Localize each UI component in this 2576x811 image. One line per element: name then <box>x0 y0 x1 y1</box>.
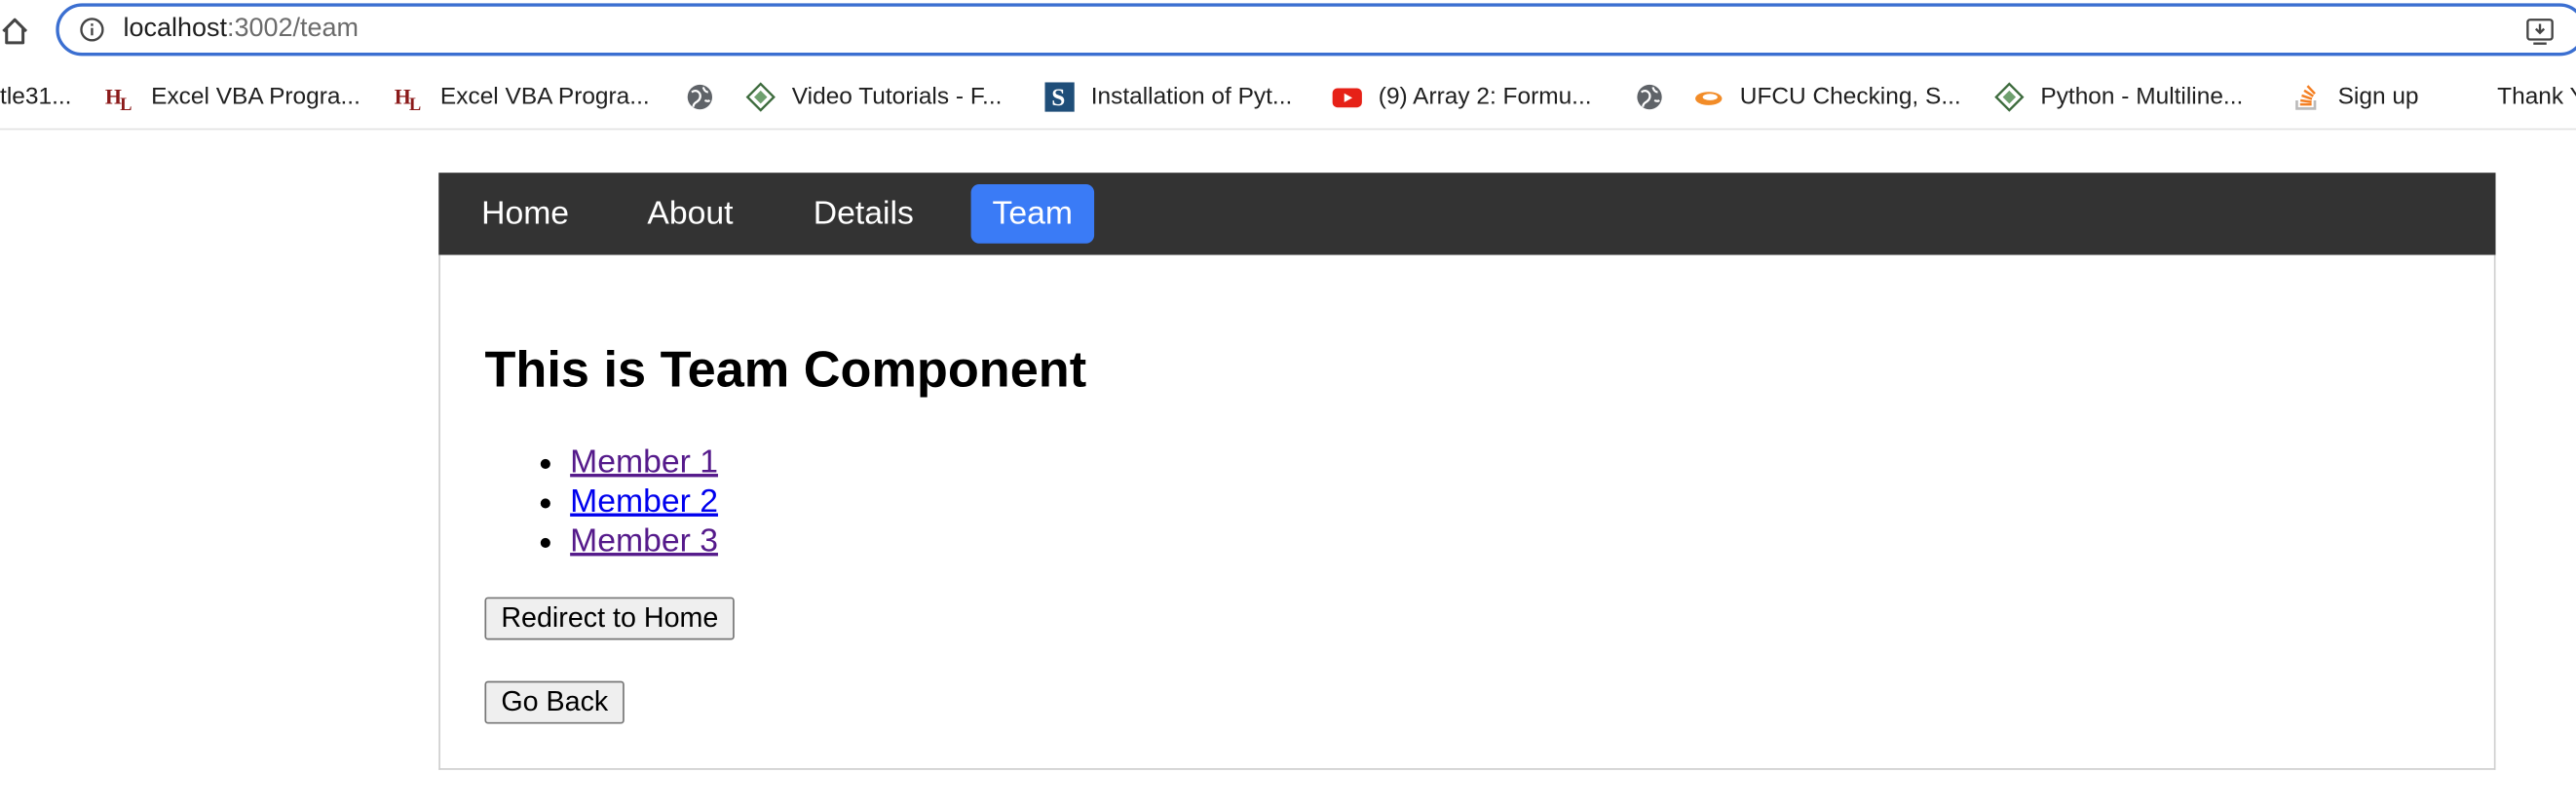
bookmark-item[interactable]: (9) Array 2: Formu... <box>1332 81 1592 114</box>
bookmark-item[interactable]: UFCU Checking, S... <box>1694 81 1961 114</box>
bookmark-item[interactable]: Python - Multiline... <box>1994 81 2243 114</box>
address-bar-row: localhost:3002/team <box>0 0 2576 63</box>
diamond-logo-icon <box>745 82 776 112</box>
list-item: Member 2 <box>570 482 718 521</box>
youtube-icon <box>1332 88 1362 108</box>
member-link-2[interactable]: Member 2 <box>570 483 718 520</box>
bookmark-item[interactable]: H L Excel VBA Progra... <box>105 81 360 114</box>
diamond-logo-icon <box>1994 82 2025 112</box>
bookmark-label: Installation of Pyt... <box>1090 84 1293 111</box>
ufcu-logo-icon <box>1695 92 1723 105</box>
nav-link-home[interactable]: Home <box>460 184 590 244</box>
stackoverflow-icon <box>2295 85 2317 110</box>
url-host: localhost <box>123 15 227 43</box>
url-text[interactable]: localhost:3002/team <box>123 15 359 44</box>
svg-text:L: L <box>120 95 132 112</box>
svg-text:L: L <box>409 95 421 112</box>
bookmark-label: Thank Y <box>2497 84 2576 111</box>
bookmark-label: Excel VBA Progra... <box>151 84 360 111</box>
bookmark-label: Sign up <box>2337 84 2419 111</box>
bookmark-item[interactable]: ttle31... <box>0 81 71 114</box>
bookmark-label: UFCU Checking, S... <box>1739 84 1961 111</box>
bookmark-item[interactable] <box>685 81 731 114</box>
bookmark-label: Video Tutorials - F... <box>791 84 1003 111</box>
member-list: Member 1 Member 2 Member 3 <box>484 443 718 561</box>
member-link-3[interactable]: Member 3 <box>570 523 718 560</box>
nav-link-details[interactable]: Details <box>792 184 935 244</box>
bookmark-label: ttle31... <box>0 84 72 111</box>
s-logo-icon: S <box>1044 82 1075 112</box>
nav-link-team[interactable]: Team <box>970 184 1094 244</box>
team-component: This is Team Component Member 1 Member 2… <box>438 254 2496 770</box>
redirect-to-home-button[interactable]: Redirect to Home <box>484 597 736 640</box>
top-navbar: Home About Details Team <box>438 173 2496 255</box>
bookmarks-bar: ttle31... H L Excel VBA Progra... H L Ex… <box>0 65 2576 131</box>
bookmark-item[interactable] <box>1635 81 1681 114</box>
member-link-1[interactable]: Member 1 <box>570 444 718 481</box>
bookmark-item[interactable]: S Installation of Pyt... <box>1044 81 1292 114</box>
hl-logo-icon: H L <box>105 84 133 112</box>
url-path: :3002/team <box>226 15 359 43</box>
install-app-icon[interactable] <box>2525 17 2555 46</box>
bookmark-item[interactable]: Thank Y <box>2497 81 2576 114</box>
bookmark-label: Python - Multiline... <box>2040 84 2244 111</box>
globe-icon <box>1637 84 1662 110</box>
hl-logo-icon: H L <box>395 84 422 112</box>
list-item: Member 3 <box>570 521 718 561</box>
bookmark-item[interactable]: Sign up <box>2292 81 2419 114</box>
bookmark-label: (9) Array 2: Formu... <box>1378 84 1592 111</box>
page-title: This is Team Component <box>484 340 1087 399</box>
nav-link-about[interactable]: About <box>625 184 754 244</box>
go-back-button[interactable]: Go Back <box>484 680 625 724</box>
list-item: Member 1 <box>570 443 718 483</box>
site-info-icon[interactable] <box>79 17 105 43</box>
bookmark-item[interactable]: Video Tutorials - F... <box>745 81 1003 114</box>
globe-icon <box>687 84 713 110</box>
svg-text:S: S <box>1051 84 1065 111</box>
home-icon[interactable] <box>0 15 29 48</box>
url-bar[interactable]: localhost:3002/team <box>56 3 2576 57</box>
bookmark-item[interactable]: H L Excel VBA Progra... <box>395 81 650 114</box>
bookmark-label: Excel VBA Progra... <box>439 84 650 111</box>
